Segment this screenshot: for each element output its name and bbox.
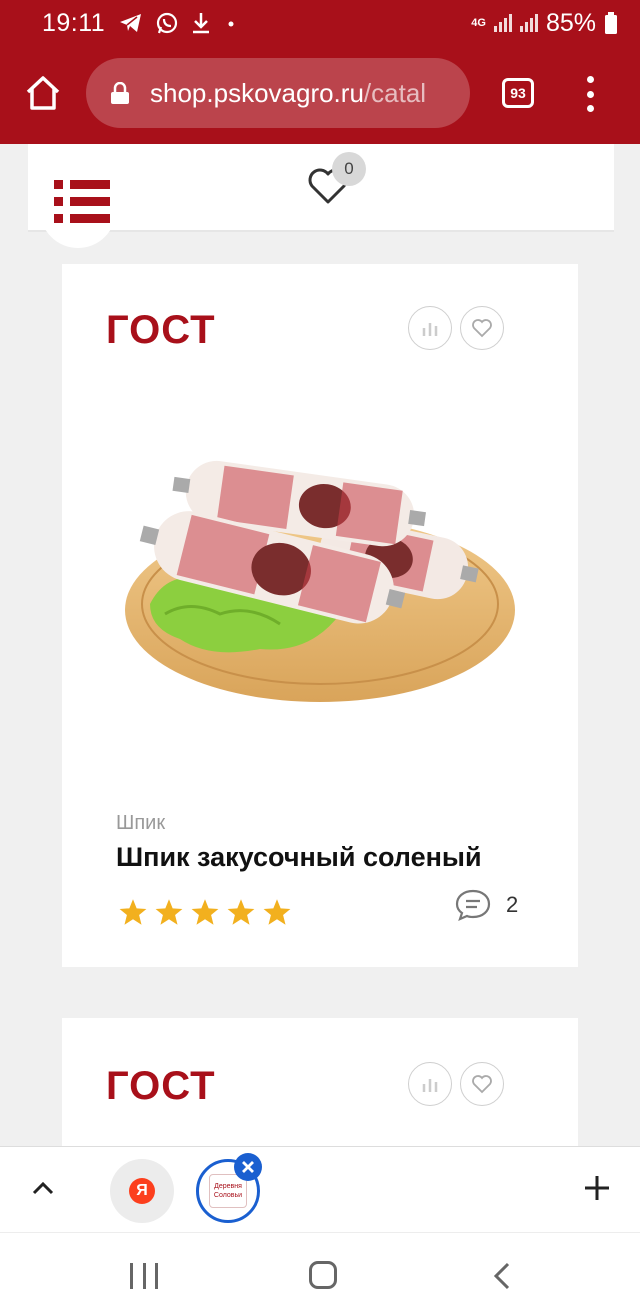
gost-badge: ГОСТ bbox=[106, 1064, 216, 1108]
plus-icon[interactable] bbox=[584, 1175, 610, 1201]
gost-badge: ГОСТ bbox=[106, 308, 216, 352]
compare-icon bbox=[422, 323, 438, 336]
system-nav-bar bbox=[0, 1232, 640, 1316]
status-time: 19:11 bbox=[42, 8, 106, 37]
more-menu-icon[interactable] bbox=[584, 76, 596, 112]
back-icon[interactable] bbox=[490, 1261, 516, 1291]
favorite-button[interactable] bbox=[460, 1062, 504, 1106]
status-bar: 19:11 4G 85% bbox=[0, 0, 640, 46]
product-image[interactable] bbox=[110, 414, 530, 714]
comments-link[interactable]: 2 bbox=[454, 888, 518, 922]
site-header: 0 bbox=[28, 144, 614, 248]
url-path: /catal bbox=[363, 77, 427, 108]
download-icon bbox=[193, 13, 210, 34]
star-icon bbox=[191, 899, 219, 925]
star-icon bbox=[119, 899, 147, 925]
heart-icon bbox=[472, 1075, 492, 1094]
yandex-icon: Я bbox=[129, 1178, 155, 1204]
tab-yandex[interactable]: Я bbox=[110, 1159, 174, 1223]
address-bar[interactable]: shop.pskovagro.ru/catal bbox=[86, 58, 470, 128]
compare-button[interactable] bbox=[408, 306, 452, 350]
chevron-up-icon[interactable] bbox=[30, 1175, 56, 1201]
home-nav-icon[interactable] bbox=[309, 1261, 337, 1289]
site-logo-line-2: Соловьи bbox=[213, 1192, 243, 1199]
network-type: 4G bbox=[471, 16, 486, 29]
recent-apps-icon[interactable] bbox=[130, 1263, 158, 1289]
battery-icon bbox=[605, 12, 617, 34]
catalog-menu-icon[interactable] bbox=[40, 144, 116, 248]
browser-toolbar: shop.pskovagro.ru/catal 93 bbox=[0, 46, 640, 144]
bottom-tab-toolbar: Я Деревня Соловьи bbox=[0, 1146, 640, 1232]
signal-icon-2 bbox=[519, 14, 538, 32]
url-domain: shop.pskovagro.ru bbox=[150, 77, 364, 108]
battery-percent: 85% bbox=[545, 8, 596, 37]
compare-button[interactable] bbox=[408, 1062, 452, 1106]
url-text: shop.pskovagro.ru/catal bbox=[150, 78, 426, 109]
favorites-count-badge: 0 bbox=[332, 152, 366, 186]
product-card[interactable]: ГОСТ bbox=[62, 264, 578, 967]
heart-icon bbox=[472, 319, 492, 338]
signal-icon bbox=[493, 14, 512, 32]
whatsapp-icon bbox=[157, 12, 178, 34]
star-icon bbox=[227, 899, 255, 925]
star-icon bbox=[263, 899, 291, 925]
rating-stars bbox=[118, 898, 292, 926]
tabs-count-button[interactable]: 93 bbox=[502, 78, 534, 108]
telegram-icon bbox=[120, 14, 142, 32]
comments-count: 2 bbox=[506, 892, 519, 917]
product-category[interactable]: Шпик bbox=[116, 812, 165, 835]
home-icon[interactable] bbox=[24, 74, 62, 112]
dot-icon bbox=[228, 21, 234, 27]
lock-icon bbox=[111, 82, 129, 104]
site-logo-line-1: Деревня bbox=[214, 1183, 242, 1190]
comment-icon bbox=[455, 889, 491, 921]
compare-icon bbox=[422, 1079, 438, 1092]
favorite-button[interactable] bbox=[460, 306, 504, 350]
close-icon bbox=[242, 1161, 254, 1173]
close-tab-button[interactable] bbox=[234, 1153, 262, 1181]
star-icon bbox=[155, 899, 183, 925]
product-title[interactable]: Шпик закусочный соленый bbox=[116, 842, 482, 873]
